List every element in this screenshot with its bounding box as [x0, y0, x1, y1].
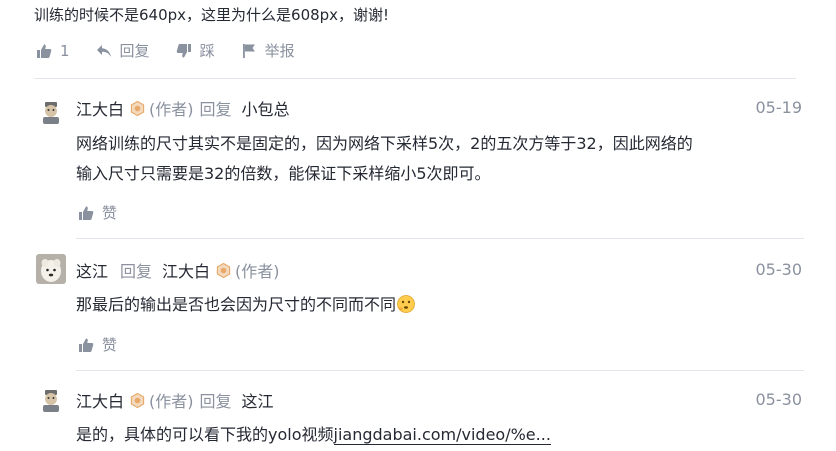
divider [76, 238, 804, 239]
reply-meta: 这江 回复 江大白 (作者) [76, 258, 286, 282]
reply-content: 网络训练的尺寸其实不是固定的，因为网络下采样5次，2的五次方等于32，因此网络的… [76, 129, 806, 189]
reply-button[interactable]: 回复 [96, 40, 150, 61]
reply-arrow-icon [96, 44, 111, 57]
divider [34, 78, 796, 79]
report-button[interactable]: 举报 [241, 40, 295, 61]
username[interactable]: 江大白 [76, 96, 124, 120]
reply-actions: 赞 [78, 202, 143, 223]
reply-content-line: 输入尺寸只需要是32的倍数，能保证下采样缩小5次即可。 [76, 164, 491, 183]
reply-date: 05-30 [755, 390, 803, 409]
author-level-badge-icon [130, 392, 145, 408]
parent-comment-text: 训练的时候不是640px，这里为什么是608px，谢谢! [34, 6, 390, 24]
thumbs-down-icon [176, 43, 191, 57]
reply-date: 05-30 [755, 260, 803, 279]
video-link[interactable]: jiangdabai.com/video/%e... [333, 425, 551, 445]
reply-word: 回复 [120, 262, 153, 281]
reply-word: 回复 [199, 392, 232, 411]
parent-comment-actions: 1 回复 踩 举报 [36, 40, 321, 61]
like-label: 赞 [102, 336, 118, 354]
dislike-label: 踩 [199, 42, 215, 60]
like-button[interactable]: 赞 [78, 202, 117, 223]
reply-target-user[interactable]: 江大白 [162, 258, 210, 282]
reply-content-line: 网络训练的尺寸其实不是固定的，因为网络下采样5次，2的五次方等于32，因此网络的 [76, 134, 693, 153]
author-level-badge-icon [130, 100, 145, 116]
reply-meta: 江大白 (作者) 回复 小包总 [76, 96, 290, 120]
reply-meta: 江大白 (作者) 回复 这江 [76, 388, 274, 412]
avatar[interactable] [36, 384, 66, 414]
author-level-badge-icon [216, 262, 231, 278]
username[interactable]: 江大白 [76, 388, 124, 412]
reply-date: 05-19 [755, 98, 803, 117]
dislike-button[interactable]: 踩 [176, 40, 215, 61]
reply-actions: 赞 [78, 334, 143, 355]
author-tag: (作者) [149, 100, 194, 119]
reply-content-text: 是的，具体的可以看下我的yolo视频 [76, 425, 334, 444]
author-tag: (作者) [149, 392, 194, 411]
author-tag: (作者) [235, 262, 280, 281]
reply-content: 是的，具体的可以看下我的yolo视频jiangdabai.com/video/%… [76, 420, 806, 450]
divider [76, 370, 804, 371]
reply-content-text: 那最后的输出是否也会因为尺寸的不同而不同 [76, 295, 397, 314]
like-button[interactable]: 赞 [78, 334, 117, 355]
avatar[interactable] [36, 254, 66, 284]
reply-target-user[interactable]: 这江 [242, 388, 274, 412]
reply-content: 那最后的输出是否也会因为尺寸的不同而不同 [76, 290, 806, 320]
reply-target-user[interactable]: 小包总 [242, 96, 290, 120]
reply-label: 回复 [119, 42, 150, 60]
thumbs-up-icon [37, 44, 52, 58]
thumbs-up-icon [79, 206, 94, 220]
like-button[interactable]: 1 [36, 42, 70, 60]
thinking-face-emoji-icon [396, 294, 416, 314]
report-label: 举报 [264, 42, 295, 60]
like-label: 赞 [102, 204, 118, 222]
thumbs-up-icon [79, 338, 94, 352]
flag-icon [242, 43, 255, 58]
like-count: 1 [60, 41, 70, 60]
avatar[interactable] [36, 96, 66, 126]
reply-word: 回复 [199, 100, 232, 119]
username[interactable]: 这江 [76, 258, 108, 282]
